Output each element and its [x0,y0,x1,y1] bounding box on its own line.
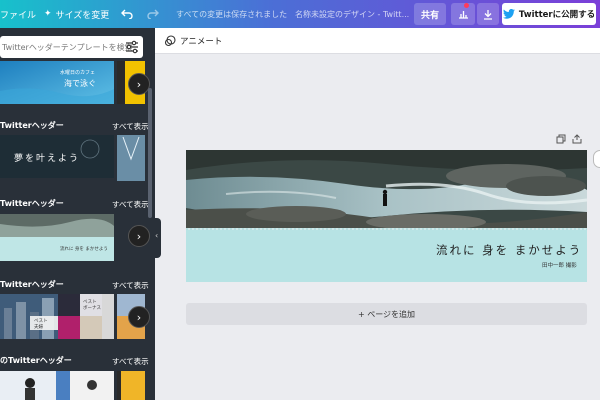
template-thumbnail[interactable] [117,371,145,400]
see-all-link[interactable]: すべて表示 [112,121,149,132]
chevron-right-icon: › [136,77,142,91]
credit-text[interactable]: 田中一郎 撮影 [542,261,577,269]
see-all-link[interactable]: すべて表示 [112,199,149,210]
refresh-handle[interactable] [593,150,600,168]
template-thumbnail[interactable] [117,135,145,181]
animate-icon [164,35,176,47]
template-thumbnail[interactable]: 水曜日のカフェ 海で泳ぐ [0,61,114,104]
resize-button[interactable]: ✦ サイズを変更 [44,0,109,28]
see-all-link[interactable]: すべて表示 [112,280,149,291]
template-search-input[interactable]: Twitterヘッダーテンプレートを検索 [0,36,143,58]
template-thumbnail[interactable] [0,371,114,400]
save-status: すべての変更は保存されました [176,9,288,19]
next-arrow-button[interactable]: › [128,306,150,328]
download-button[interactable] [477,3,499,25]
section-title: Twitterヘッダー [0,199,64,208]
animate-label: アニメート [180,37,223,47]
filter-icon[interactable] [125,40,139,54]
sparkle-icon: ✦ [44,9,52,19]
caption-text[interactable]: 流れに 身を まかせよう [436,242,582,258]
river-photo[interactable] [186,150,587,230]
file-menu-label: ファイル [0,10,37,21]
publish-label: Twitterに公開する [518,10,596,20]
page-tools [556,134,582,144]
publish-twitter-button[interactable]: Twitterに公開する [502,3,596,25]
resize-label: サイズを変更 [55,10,110,21]
thumb-text-a: ベスト 夫婦 [34,319,48,330]
file-menu[interactable]: ファイル [0,0,36,28]
redo-icon [147,9,159,19]
template-thumbnail[interactable]: 夢を叶えよう [0,135,114,178]
share-page-icon[interactable] [572,134,582,144]
thumb-text-line1: 水曜日のカフェ [60,70,96,76]
template-thumbnail[interactable]: ベスト 夫婦 ベスト ボーナス [0,294,114,339]
twitter-bird-icon [502,9,515,19]
undo-button[interactable] [121,0,133,28]
section-title: Twitterヘッダー [0,121,64,130]
section-title: のTwitterヘッダー [0,356,72,365]
insights-button[interactable] [451,3,475,25]
next-arrow-button[interactable]: › [128,225,150,247]
undo-icon [121,9,133,19]
animate-button[interactable]: アニメート [164,33,222,49]
chevron-left-icon: ‹ [155,231,159,240]
search-placeholder: Twitterヘッダーテンプレートを検索 [2,42,133,52]
thumb-text-b: ベスト ボーナス [83,300,101,311]
chevron-right-icon: › [136,310,142,324]
svg-text:流れに 身を まかせよう: 流れに 身を まかせよう [60,245,108,252]
notification-dot [464,3,469,8]
template-thumbnail[interactable]: 流れに 身を まかせよう [0,214,114,261]
panel-scrollbar[interactable] [148,88,152,218]
collapse-panel-handle[interactable]: ‹ [155,218,161,258]
download-icon [484,9,492,20]
add-page-button[interactable]: + ページを追加 [186,303,587,325]
template-panel: Twitterヘッダーテンプレートを検索 水曜日のカフェ 海で泳ぐ › Twit… [0,28,155,400]
top-bar: ファイル ✦ サイズを変更 すべての変更は保存されました 名称未設定のデザイン … [0,0,600,28]
editor-toolbar: アニメート [155,28,600,54]
document-title[interactable]: 名称未設定のデザイン - Twitt... [295,0,409,28]
thumb-text: 夢を叶えよう [14,154,81,164]
chevron-right-icon: › [136,229,142,243]
design-canvas[interactable]: 流れに 身を まかせよう 田中一郎 撮影 [186,150,587,282]
redo-button[interactable] [147,0,159,28]
share-button[interactable]: 共有 [414,3,446,25]
thumb-text-line2: 海で泳ぐ [64,79,96,88]
section-title: Twitterヘッダー [0,280,64,289]
duplicate-page-icon[interactable] [556,134,566,144]
next-arrow-button[interactable]: › [128,73,150,95]
see-all-link[interactable]: すべて表示 [112,356,149,367]
bar-chart-icon [458,11,468,19]
